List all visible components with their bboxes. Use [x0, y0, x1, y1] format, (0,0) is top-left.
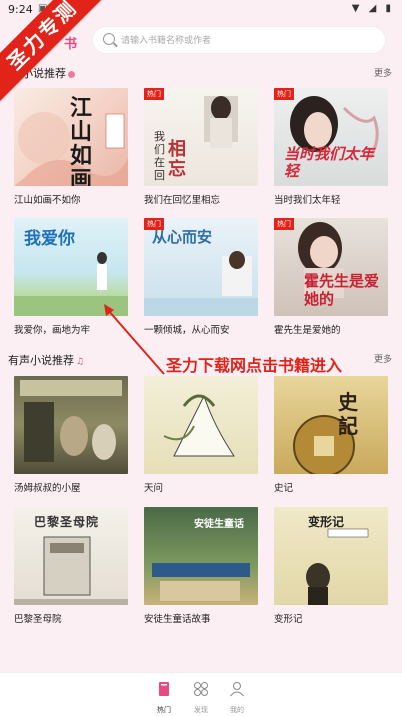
- cover-title: 相忘: [168, 139, 186, 180]
- cover-art: [20, 380, 122, 462]
- nav-label: 我的: [230, 706, 244, 714]
- book-card[interactable]: 汤姆叔叔的小屋: [14, 376, 128, 494]
- section-title-text: 有声小说推荐: [8, 354, 74, 367]
- book-icon: [159, 682, 169, 696]
- book-card[interactable]: 热门 我 们 在 回 相忘 我们在回忆里相忘: [144, 88, 258, 206]
- book-cover[interactable]: [14, 376, 128, 474]
- annotation-text: 圣力下载网点击书籍进入: [166, 356, 343, 375]
- cover-title: 我爱你: [24, 229, 75, 249]
- book-card[interactable]: 江山如画 江山如画不如你: [14, 88, 128, 206]
- hot-badge: 热门: [144, 218, 164, 230]
- book-title: 史记: [274, 483, 294, 494]
- book-cover[interactable]: 史記: [274, 376, 388, 474]
- cover-title: 霍先生是爱她的: [304, 272, 380, 308]
- hot-badge: 热门: [274, 218, 294, 230]
- book-cover[interactable]: 热门 我 们 在 回 相忘: [144, 88, 258, 186]
- book-title: 当时我们太年轻: [274, 195, 341, 206]
- cover-title: 变形记: [308, 515, 345, 529]
- cover-title: 巴黎圣母院: [34, 515, 100, 529]
- book-card[interactable]: 安徒生童话 安徒生童话故事: [144, 507, 258, 625]
- book-cover[interactable]: 江山如画: [14, 88, 128, 186]
- cover-title: 安徒生童话: [194, 519, 244, 530]
- hot-badge: 热门: [144, 88, 164, 100]
- book-card[interactable]: 热门 当时我们太年轻 当时我们太年轻: [274, 88, 388, 206]
- header-tab[interactable]: 书: [64, 33, 77, 52]
- search-input[interactable]: [121, 31, 371, 51]
- book-cover[interactable]: 巴黎圣母院: [14, 507, 128, 605]
- book-cover[interactable]: 安徒生童话: [144, 507, 258, 605]
- grid-icon: [194, 682, 208, 696]
- book-cover[interactable]: [144, 376, 258, 474]
- book-title: 江山如画不如你: [14, 195, 81, 206]
- search-bar[interactable]: [92, 26, 386, 54]
- cover-title: 江山如画: [70, 95, 93, 186]
- book-card[interactable]: 热门 霍先生是爱她的 霍先生是爱她的: [274, 218, 388, 336]
- book-card[interactable]: 变形记 变形记: [274, 507, 388, 625]
- svg-text:们: 们: [154, 142, 165, 156]
- bottom-nav: 热门 发现 我的: [0, 672, 402, 716]
- book-card[interactable]: 天问: [144, 376, 258, 494]
- book-cover[interactable]: 变形记: [274, 507, 388, 605]
- signal-battery-icons: ▼ ◢ ▮: [351, 3, 394, 14]
- cover-art: [293, 415, 355, 474]
- svg-text:我: 我: [154, 130, 165, 143]
- cover-title: 史記: [338, 390, 358, 438]
- more-audio-link[interactable]: 更多: [374, 352, 392, 365]
- book-card[interactable]: 史記 史记: [274, 376, 388, 494]
- cover-art: 我 们 在 回: [154, 96, 238, 182]
- book-card[interactable]: 巴黎圣母院 巴黎圣母院: [14, 507, 128, 625]
- book-title: 巴黎圣母院: [14, 614, 62, 625]
- section-title-audio: 有声小说推荐 ♫: [8, 352, 84, 368]
- hot-badge: 热门: [274, 88, 294, 100]
- nav-label: 发现: [194, 706, 208, 714]
- more-novels-link[interactable]: 更多: [374, 66, 392, 79]
- book-title: 我们在回忆里相忘: [144, 195, 221, 206]
- nav-hot[interactable]: 热门: [144, 681, 184, 715]
- nav-discover[interactable]: 发现: [181, 681, 221, 715]
- book-title: 汤姆叔叔的小屋: [14, 483, 81, 494]
- book-title: 安徒生童话故事: [144, 614, 211, 625]
- cover-art: [163, 394, 235, 457]
- headphone-icon: ♫: [76, 357, 85, 367]
- status-time: 9:24: [8, 3, 33, 16]
- nav-me[interactable]: 我的: [217, 681, 257, 715]
- section-dot-icon: [68, 70, 75, 78]
- book-cover[interactable]: 热门 当时我们太年轻: [274, 88, 388, 186]
- search-icon: [103, 33, 115, 45]
- book-title: 天问: [144, 483, 164, 494]
- nav-label: 热门: [157, 706, 171, 714]
- book-title: 变形记: [274, 614, 303, 625]
- book-title: 霍先生是爱她的: [274, 325, 341, 336]
- book-cover[interactable]: 热门 霍先生是爱她的: [274, 218, 388, 316]
- svg-text:回: 回: [154, 169, 165, 182]
- cover-title: 当时我们太年轻: [284, 145, 375, 180]
- person-icon: [230, 682, 244, 697]
- svg-text:在: 在: [154, 156, 165, 169]
